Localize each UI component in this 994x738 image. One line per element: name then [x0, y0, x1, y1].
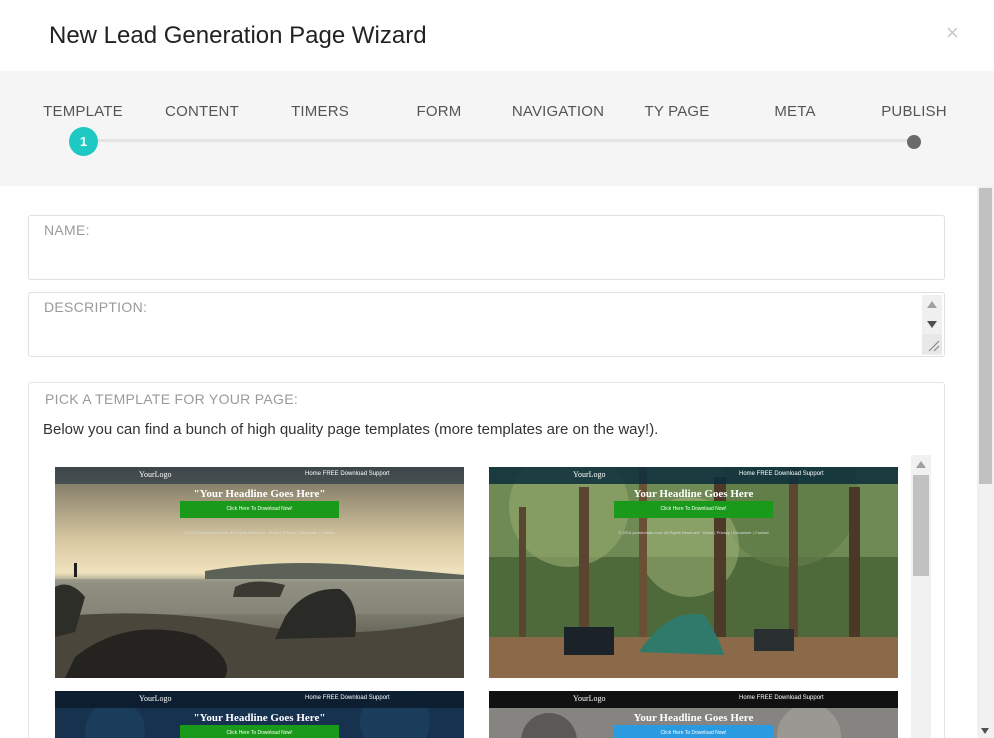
template-nav: Home FREE Download Support — [305, 471, 390, 477]
template-picker: PICK A TEMPLATE FOR YOUR PAGE: Below you… — [28, 382, 945, 738]
name-label: NAME: — [44, 222, 90, 238]
template-list-scrollbar[interactable] — [911, 455, 931, 738]
scroll-up-icon[interactable] — [927, 301, 937, 308]
template-thumbnail-grey[interactable]: YourLogo Home FREE Download Support Your… — [489, 691, 898, 738]
template-topbar — [55, 467, 464, 484]
template-footer: © 2014 yourdomain.com, All Rights Reserv… — [184, 530, 335, 535]
step-timers[interactable]: TIMERS — [291, 103, 349, 120]
template-headline: Your Headline Goes Here — [633, 712, 754, 724]
template-logo: YourLogo — [139, 470, 172, 479]
close-icon[interactable]: × — [946, 20, 959, 46]
page-scrollbar-thumb[interactable] — [979, 188, 992, 484]
template-nav: Home FREE Download Support — [739, 471, 824, 477]
template-thumbnail-beach[interactable]: YourLogo Home FREE Download Support "You… — [55, 467, 464, 678]
wizard-content: NAME: DESCRIPTION: PICK A TEMPLATE FOR Y… — [0, 186, 977, 738]
template-cta: Click Here To Download Now! — [614, 725, 773, 738]
step-content[interactable]: CONTENT — [165, 103, 239, 120]
dialog-title: New Lead Generation Page Wizard — [49, 22, 427, 49]
name-field[interactable]: NAME: — [28, 215, 945, 280]
step-form[interactable]: FORM — [417, 103, 462, 120]
template-topbar — [489, 691, 898, 708]
template-topbar — [55, 691, 464, 708]
step-ty-page[interactable]: TY PAGE — [644, 103, 709, 120]
template-topbar — [489, 467, 898, 484]
active-step-indicator[interactable]: 1 — [69, 127, 98, 156]
last-step-indicator[interactable] — [907, 135, 921, 149]
step-meta[interactable]: META — [774, 103, 815, 120]
step-publish[interactable]: PUBLISH — [881, 103, 947, 120]
template-cta: Click Here To Download Now! — [614, 501, 773, 518]
template-footer: © 2014 yourdomain.com, All Rights Reserv… — [618, 530, 769, 535]
progress-track — [84, 139, 914, 142]
scroll-up-icon[interactable] — [916, 461, 926, 468]
dialog-header: New Lead Generation Page Wizard × — [0, 0, 994, 71]
template-nav: Home FREE Download Support — [739, 695, 824, 701]
page-scrollbar[interactable] — [977, 186, 994, 738]
step-template[interactable]: TEMPLATE — [43, 103, 123, 120]
template-thumbnail-forest[interactable]: YourLogo Home FREE Download Support Your… — [489, 467, 898, 678]
scrollbar-thumb[interactable] — [913, 475, 929, 576]
step-navigation[interactable]: NAVIGATION — [512, 103, 604, 120]
template-cta: Click Here To Download Now! — [180, 501, 339, 518]
template-headline: "Your Headline Goes Here" — [193, 488, 326, 500]
template-cta: Click Here To Download Now! — [180, 725, 339, 738]
template-headline: Your Headline Goes Here — [633, 488, 754, 500]
template-logo: YourLogo — [139, 694, 172, 703]
template-headline: "Your Headline Goes Here" — [193, 712, 326, 724]
resize-grip-icon[interactable] — [922, 334, 942, 354]
template-logo: YourLogo — [573, 694, 606, 703]
template-picker-label: PICK A TEMPLATE FOR YOUR PAGE: — [45, 391, 299, 407]
template-picker-description: Below you can find a bunch of high quali… — [43, 421, 659, 438]
description-label: DESCRIPTION: — [44, 299, 148, 315]
scroll-down-icon[interactable] — [981, 728, 989, 734]
template-nav: Home FREE Download Support — [305, 695, 390, 701]
description-field[interactable]: DESCRIPTION: — [28, 292, 945, 357]
scroll-down-icon[interactable] — [927, 321, 937, 328]
template-logo: YourLogo — [573, 470, 606, 479]
wizard-stepper: TEMPLATE CONTENT TIMERS FORM NAVIGATION … — [0, 71, 994, 186]
template-thumbnail-dark-blue[interactable]: YourLogo Home FREE Download Support "You… — [55, 691, 464, 738]
